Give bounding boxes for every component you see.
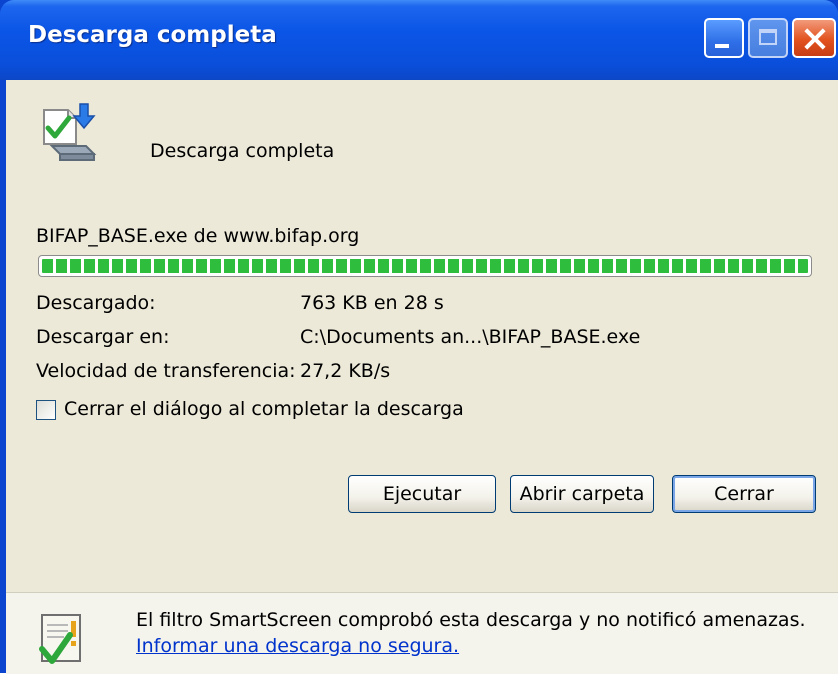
close-on-complete-checkbox[interactable] [36, 400, 56, 420]
downloaded-value: 763 KB en 28 s [300, 292, 444, 314]
title-bar[interactable]: Descarga completa [0, 0, 838, 80]
close-on-complete-label[interactable]: Cerrar el diálogo al completar la descar… [64, 398, 464, 420]
downloaded-label: Descargado: [36, 292, 156, 314]
maximize-button [748, 18, 788, 58]
close-window-button[interactable] [792, 18, 836, 58]
dialog-body: Descarga completa BIFAP_BASE.exe de www.… [6, 80, 838, 674]
header-message: Descarga completa [150, 140, 335, 162]
main-panel: Descarga completa BIFAP_BASE.exe de www.… [6, 80, 838, 592]
smartscreen-footer: El filtro SmartScreen comprobó esta desc… [6, 592, 838, 674]
transfer-rate-label: Velocidad de transferencia: [36, 360, 296, 382]
window-title: Descarga completa [28, 22, 277, 48]
progress-fill [42, 259, 808, 273]
download-to-label: Descargar en: [36, 326, 170, 348]
run-button[interactable]: Ejecutar [348, 475, 496, 513]
download-complete-icon [43, 103, 97, 161]
open-folder-button[interactable]: Abrir carpeta [510, 475, 654, 513]
download-to-value: C:\Documents an...\BIFAP_BASE.exe [300, 326, 641, 348]
download-progress-bar [38, 255, 812, 277]
transfer-rate-value: 27,2 KB/s [300, 360, 391, 382]
close-button[interactable]: Cerrar [672, 475, 816, 513]
smartscreen-message: El filtro SmartScreen comprobó esta desc… [136, 609, 806, 631]
file-source-line: BIFAP_BASE.exe de www.bifap.org [36, 225, 360, 247]
smartscreen-check-icon [39, 614, 81, 664]
report-unsafe-download-link[interactable]: Informar una descarga no segura. [136, 635, 459, 657]
minimize-button[interactable] [704, 18, 744, 58]
download-complete-dialog: Descarga completa Descarga completa BIFA… [0, 0, 838, 674]
